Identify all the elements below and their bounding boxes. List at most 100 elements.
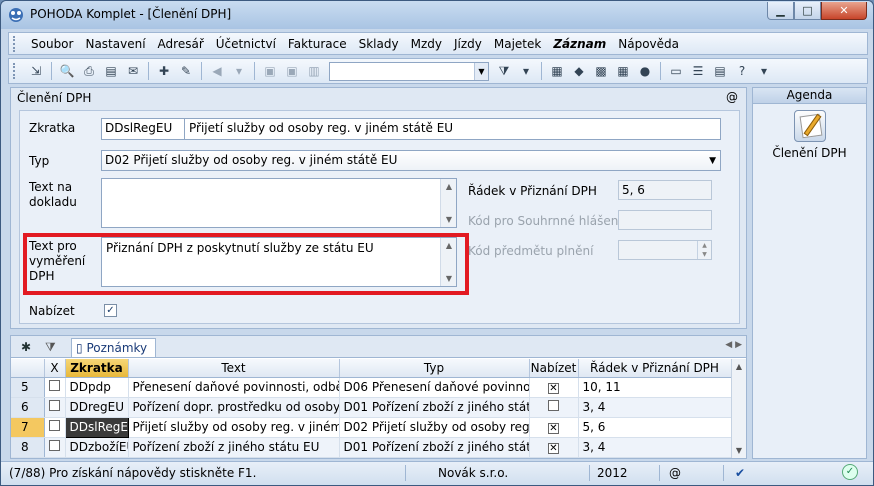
at-icon[interactable]: @ bbox=[726, 90, 738, 104]
text-vymereni-textarea[interactable]: Přiznání DPH z poskytnutí služby ze stát… bbox=[101, 237, 457, 287]
row-offer-checkbox[interactable]: ✕ bbox=[548, 423, 559, 434]
row-x-checkbox[interactable] bbox=[49, 440, 60, 451]
table-row[interactable]: 5 DDpdp Přenesení daňové povinnosti, odb… bbox=[11, 377, 732, 398]
menu-ucetnictvi[interactable]: Účetnictví bbox=[210, 37, 282, 51]
delete-icon[interactable]: ▥ bbox=[304, 62, 324, 80]
print-icon[interactable]: ⎙ bbox=[79, 62, 99, 80]
row-code[interactable]: DDpdp bbox=[65, 377, 129, 398]
col-header-zkratka[interactable]: Zkratka bbox=[65, 359, 129, 378]
tab-poznamky[interactable]: ▯ Poznámky bbox=[71, 338, 157, 357]
row-x-cell[interactable] bbox=[44, 377, 66, 398]
menu-jizdy[interactable]: Jízdy bbox=[448, 37, 488, 51]
row-text[interactable]: Pořízení zboží z jiného státu EU bbox=[128, 437, 340, 458]
calculator-icon[interactable]: ▩ bbox=[591, 62, 611, 80]
col-header-radek[interactable]: Řádek v Přiznání DPH bbox=[578, 359, 732, 378]
export-icon[interactable]: ✉ bbox=[123, 62, 143, 80]
row-text[interactable]: Přenesení daňové povinnosti, odběra bbox=[128, 377, 340, 398]
row-offer-cell[interactable] bbox=[529, 397, 579, 418]
coins-icon[interactable]: ● bbox=[635, 62, 655, 80]
menu-grip-icon[interactable] bbox=[13, 35, 19, 52]
edit-document-icon[interactable] bbox=[793, 110, 826, 142]
col-header-num[interactable] bbox=[11, 359, 45, 378]
row-type[interactable]: D01 Pořízení zboží z jiného státu EU bbox=[339, 397, 530, 418]
text-vymereni-scrollbar[interactable]: ▲ ▼ bbox=[440, 238, 456, 286]
tag-icon[interactable]: ◆ bbox=[569, 62, 589, 80]
menu-napoveda[interactable]: Nápověda bbox=[612, 37, 685, 51]
row-x-checkbox[interactable] bbox=[49, 420, 60, 431]
col-header-typ[interactable]: Typ bbox=[339, 359, 530, 378]
zkratka-field[interactable]: DDslRegEU Přijetí služby od osoby reg. v… bbox=[101, 118, 721, 140]
grid-scrollbar[interactable]: ▲ ▼ bbox=[731, 359, 746, 458]
row-offer-checkbox[interactable]: ✕ bbox=[548, 383, 559, 394]
message-icon[interactable]: ▭ bbox=[666, 62, 686, 80]
col-header-x[interactable]: X bbox=[44, 359, 66, 378]
zkratka-name[interactable]: Přijetí služby od osoby reg. v jiném stá… bbox=[189, 121, 453, 135]
filter-icon[interactable]: ⧩ bbox=[494, 62, 514, 80]
row-code[interactable]: DDzbožíEU bbox=[65, 437, 129, 458]
table-row-selected[interactable]: 7 DDslRegEU Přijetí služby od osoby reg.… bbox=[11, 416, 732, 438]
col-header-nabizet[interactable]: Nabízet bbox=[529, 359, 579, 378]
radek-field[interactable]: 5, 6 bbox=[618, 180, 712, 200]
menu-adresar[interactable]: Adresář bbox=[152, 37, 210, 51]
close-button[interactable]: ✕ bbox=[821, 2, 867, 20]
quick-search-combo[interactable]: ▼ bbox=[329, 61, 489, 81]
new-row-star-icon[interactable]: ✱ bbox=[21, 338, 31, 357]
menu-fakturace[interactable]: Fakturace bbox=[282, 37, 353, 51]
chevron-down-icon[interactable]: ▼ bbox=[474, 62, 488, 80]
help-dropdown-icon[interactable]: ▾ bbox=[754, 62, 774, 80]
help-icon[interactable]: ? bbox=[732, 62, 752, 80]
save-icon[interactable]: ▣ bbox=[260, 62, 280, 80]
agenda-item-label[interactable]: Členění DPH bbox=[772, 146, 846, 160]
menu-sklady[interactable]: Sklady bbox=[353, 37, 405, 51]
spin-arrows-icon[interactable]: ▲ ▼ bbox=[697, 241, 711, 259]
save-copy-icon[interactable]: ▣ bbox=[282, 62, 302, 80]
menu-majetek[interactable]: Majetek bbox=[488, 37, 547, 51]
menu-soubor[interactable]: Soubor bbox=[25, 37, 79, 51]
typ-select[interactable]: D02 Přijetí služby od osoby reg. v jiném… bbox=[101, 150, 721, 171]
new-record-icon[interactable]: ✚ bbox=[154, 62, 174, 80]
chevron-down-icon[interactable]: ▼ bbox=[709, 156, 716, 166]
row-x-checkbox[interactable] bbox=[49, 400, 60, 411]
nabizet-checkbox[interactable]: ✓ bbox=[104, 304, 117, 317]
tab-nav-arrows-icon[interactable]: ◀ ▶ bbox=[725, 340, 742, 350]
kod-souhrnne-field[interactable] bbox=[618, 210, 712, 230]
back-dropdown-icon[interactable]: ▾ bbox=[229, 62, 249, 80]
reports-icon[interactable]: ▤ bbox=[101, 62, 121, 80]
table-row[interactable]: 8 DDzbožíEU Pořízení zboží z jiného stát… bbox=[11, 437, 732, 458]
status-check-icon[interactable]: ✔ bbox=[735, 466, 745, 480]
row-offer-cell[interactable]: ✕ bbox=[529, 417, 579, 438]
row-offer-cell[interactable]: ✕ bbox=[529, 437, 579, 458]
row-x-cell[interactable] bbox=[44, 417, 66, 438]
row-text[interactable]: Přijetí služby od osoby reg. v jiném st bbox=[128, 417, 340, 438]
scroll-down-icon[interactable]: ▼ bbox=[441, 274, 457, 283]
menu-zaznam[interactable]: Záznam bbox=[547, 37, 612, 51]
table-row[interactable]: 6 DDregEU Pořízení dopr. prostředku od o… bbox=[11, 397, 732, 418]
row-code[interactable]: DDregEU bbox=[65, 397, 129, 418]
scroll-up-icon[interactable]: ▲ bbox=[732, 362, 746, 371]
notes-icon[interactable]: ▤ bbox=[710, 62, 730, 80]
text-doklad-textarea[interactable]: ▲ ▼ bbox=[101, 178, 457, 228]
col-header-text[interactable]: Text bbox=[128, 359, 340, 378]
row-offer-checkbox[interactable]: ✕ bbox=[548, 443, 559, 454]
row-offer-cell[interactable]: ✕ bbox=[529, 377, 579, 398]
row-type[interactable]: D06 Přenesení daňové povinnosti, bbox=[339, 377, 530, 398]
exit-door-icon[interactable]: ⇲ bbox=[26, 62, 46, 80]
toolbar-grip-icon[interactable] bbox=[13, 63, 19, 79]
edit-record-icon[interactable]: ✎ bbox=[176, 62, 196, 80]
row-code[interactable]: DDslRegEU bbox=[64, 416, 129, 438]
status-ok-icon[interactable]: ✓ bbox=[842, 464, 858, 480]
row-radek[interactable]: 3, 4 bbox=[578, 397, 732, 418]
row-type[interactable]: D01 Pořízení zboží z jiného státu EU bbox=[339, 437, 530, 458]
kod-predmetu-field[interactable]: ▲ ▼ bbox=[618, 240, 712, 260]
minimize-button[interactable]: ▁ bbox=[767, 2, 794, 20]
status-at-icon[interactable]: @ bbox=[669, 466, 681, 480]
row-radek[interactable]: 10, 11 bbox=[578, 377, 732, 398]
preview-icon[interactable]: 🔍 bbox=[57, 62, 77, 80]
agenda-item-cleneni-dph[interactable]: Členění DPH bbox=[753, 110, 866, 160]
row-type[interactable]: D02 Přijetí služby od osoby reg. v jin bbox=[339, 417, 530, 438]
text-doklad-scrollbar[interactable]: ▲ ▼ bbox=[440, 179, 456, 227]
menu-mzdy[interactable]: Mzdy bbox=[405, 37, 448, 51]
back-arrow-icon[interactable]: ◀ bbox=[207, 62, 227, 80]
document-icon[interactable]: ▦ bbox=[547, 62, 567, 80]
row-x-cell[interactable] bbox=[44, 437, 66, 458]
